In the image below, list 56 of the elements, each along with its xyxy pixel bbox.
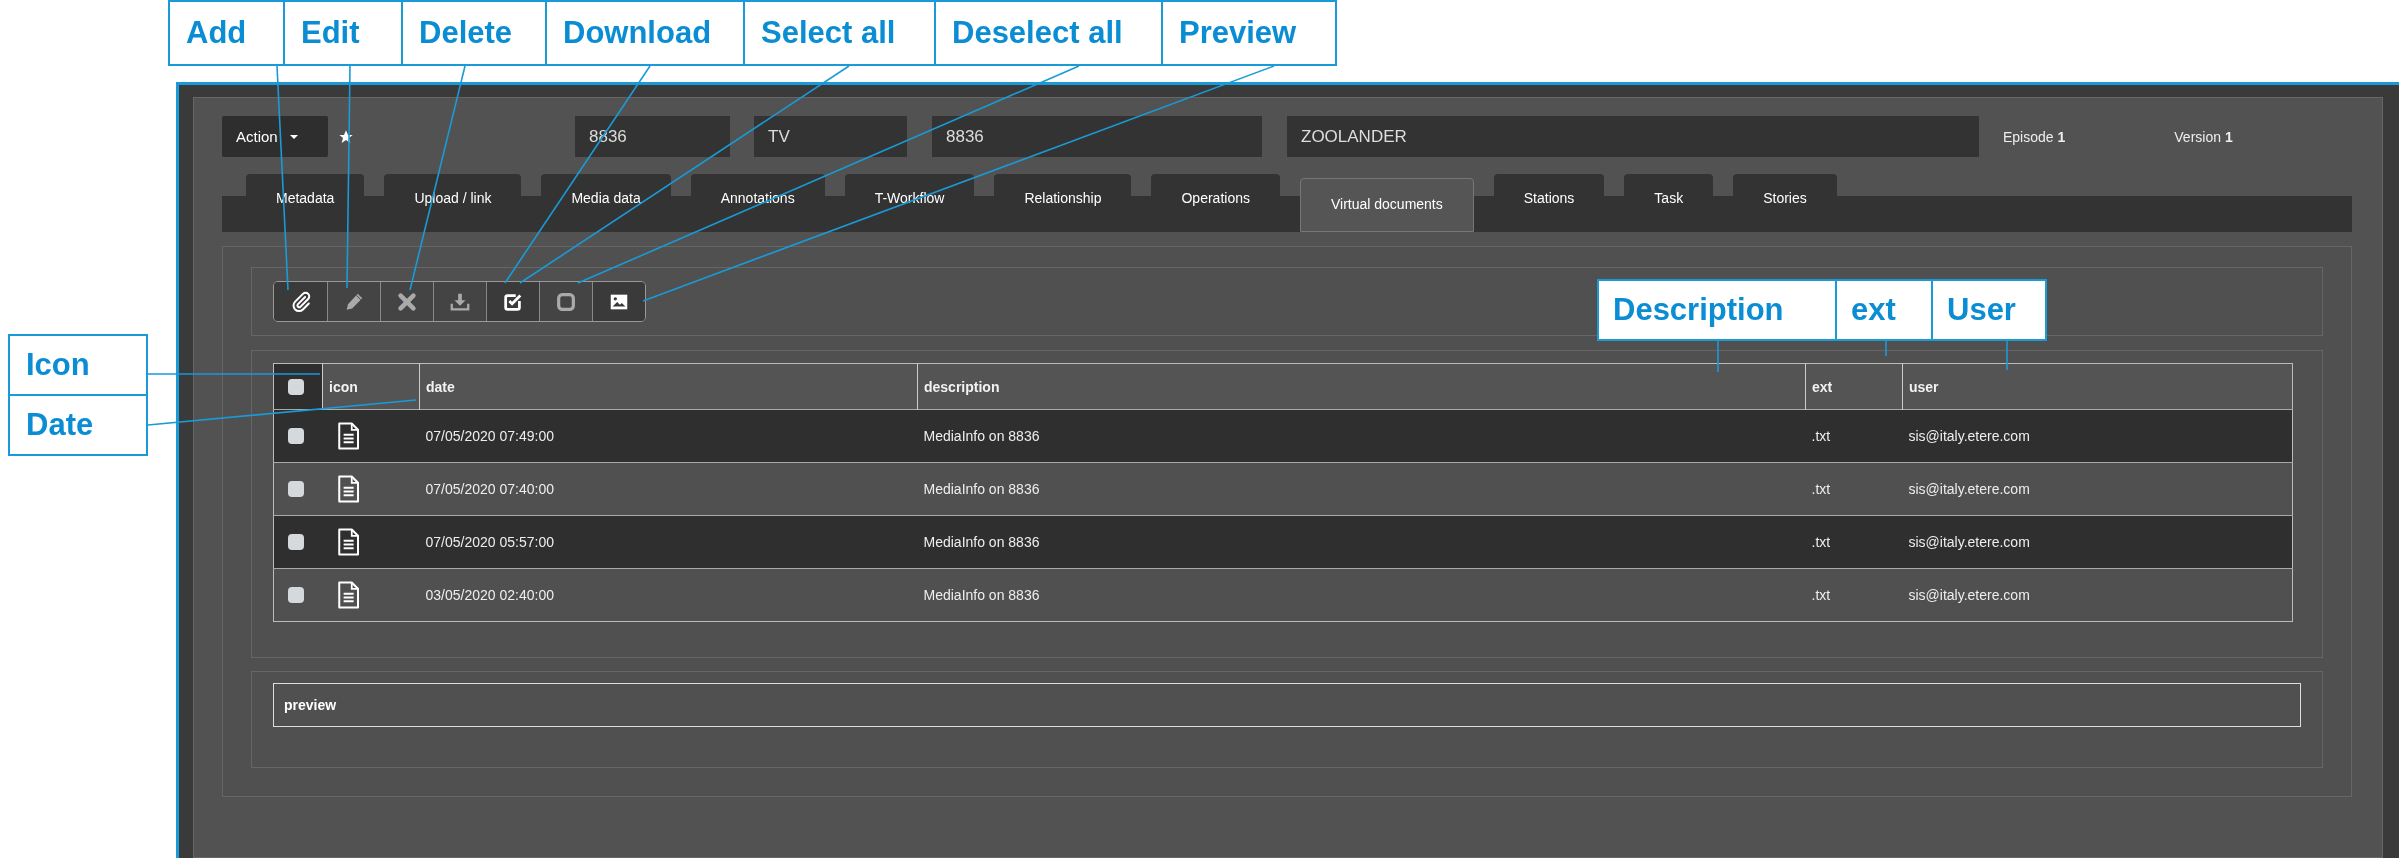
cross-icon <box>396 290 418 313</box>
table-cell: .txt <box>1811 481 1831 497</box>
callout-label: Preview <box>1161 0 1337 66</box>
episode-label: Episode 1 <box>2003 128 2066 145</box>
leader-line <box>1885 339 1887 357</box>
leader-line <box>2006 339 2008 371</box>
callout-label: Description <box>1597 279 1837 341</box>
text-field[interactable]: ZOOLANDER <box>1287 116 1979 157</box>
callout-label: Select all <box>743 0 936 66</box>
preview-button[interactable] <box>592 282 645 321</box>
callout-label: Deselect all <box>934 0 1163 66</box>
row-checkbox[interactable] <box>288 587 304 603</box>
text-field[interactable]: 8836 <box>932 116 1262 157</box>
square-icon <box>555 290 577 313</box>
table-cell: .txt <box>1811 428 1831 444</box>
column-header[interactable]: date <box>426 378 455 395</box>
text-field[interactable]: TV <box>754 116 907 157</box>
row-checkbox[interactable] <box>288 428 304 444</box>
table-cell: MediaInfo on 8836 <box>923 428 1040 444</box>
table-cell: sis@italy.etere.com <box>1908 481 2030 497</box>
table-cell: .txt <box>1811 534 1831 550</box>
callout-label: Icon <box>8 334 148 396</box>
preview-field: preview <box>273 683 2301 727</box>
table-cell: MediaInfo on 8836 <box>923 587 1040 603</box>
table-cell: sis@italy.etere.com <box>1908 428 2030 444</box>
tab[interactable]: Virtual documents <box>1299 178 1474 232</box>
column-header[interactable]: user <box>1909 378 1939 395</box>
select-all-button[interactable] <box>486 282 539 321</box>
callout-label: ext <box>1835 279 1933 341</box>
column-header[interactable]: icon <box>329 378 358 395</box>
table-cell: 07/05/2020 05:57:00 <box>425 534 554 550</box>
callout-label: Edit <box>283 0 403 66</box>
caret-icon <box>289 134 298 139</box>
row-checkbox[interactable] <box>288 481 304 497</box>
callout-label: Delete <box>401 0 547 66</box>
action-dropdown[interactable]: Action <box>222 116 328 157</box>
table-cell: sis@italy.etere.com <box>1908 587 2030 603</box>
table-cell: 03/05/2020 02:40:00 <box>425 587 554 603</box>
attach-button[interactable] <box>274 282 327 321</box>
callout-label: Download <box>545 0 745 66</box>
row-checkbox[interactable] <box>288 534 304 550</box>
table-cell: 07/05/2020 07:49:00 <box>425 428 554 444</box>
star-icon <box>338 128 354 145</box>
table-cell: MediaInfo on 8836 <box>923 481 1040 497</box>
column-header[interactable]: ext <box>1812 378 1833 395</box>
version-label: Version 1 <box>2174 128 2233 145</box>
leader-line <box>1717 339 1719 373</box>
table-cell: MediaInfo on 8836 <box>923 534 1040 550</box>
select-all-checkbox[interactable] <box>288 378 304 395</box>
column-header[interactable]: description <box>924 378 1000 395</box>
callout-label: Add <box>168 0 285 66</box>
table-cell: 07/05/2020 07:40:00 <box>425 481 554 497</box>
callout-label: Date <box>8 394 148 456</box>
callout-label: User <box>1931 279 2047 341</box>
table-cell: .txt <box>1811 587 1831 603</box>
table-cell: sis@italy.etere.com <box>1908 534 2030 550</box>
